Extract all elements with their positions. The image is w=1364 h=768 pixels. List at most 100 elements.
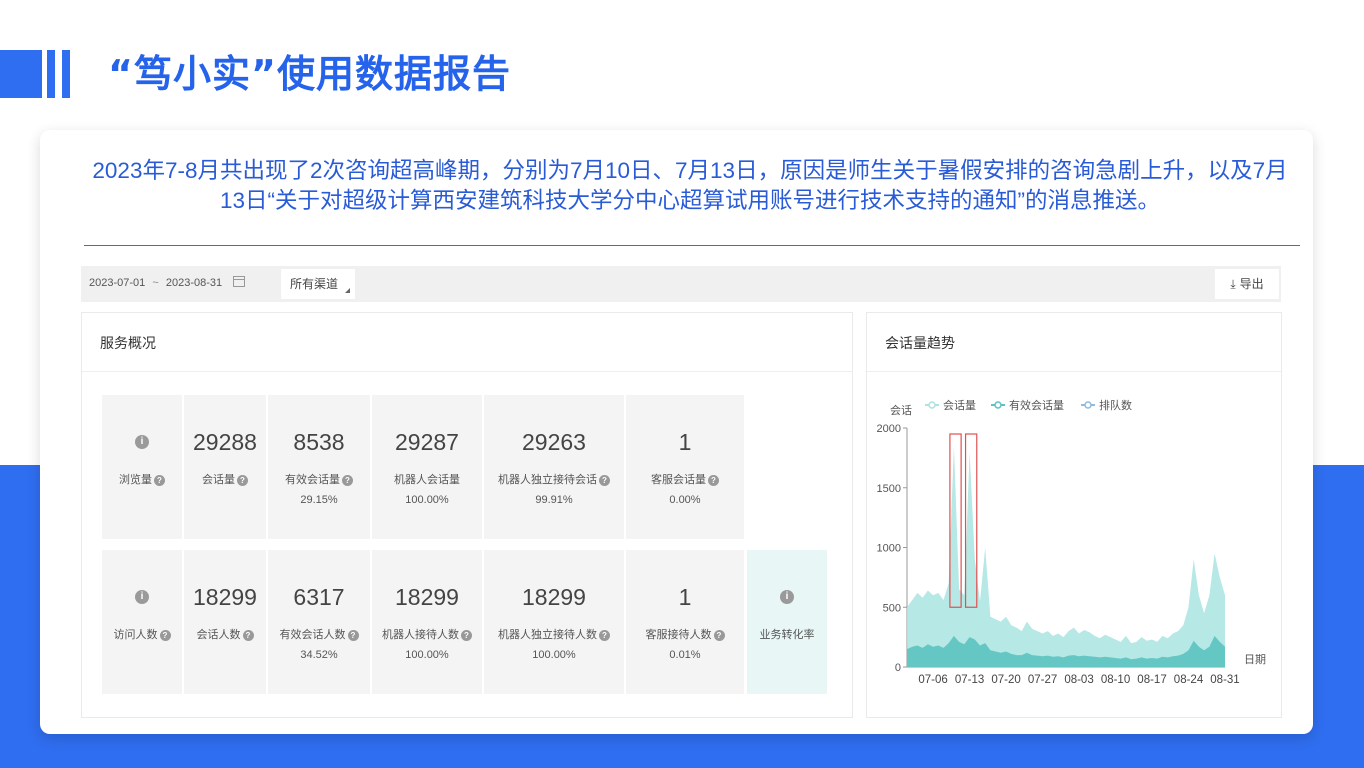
x-tick-label: 08-31 [1210, 674, 1239, 686]
stat-label: 会话人数 [196, 629, 241, 641]
date-end: 2023-08-31 [165, 277, 223, 289]
summary-underline [84, 245, 1300, 246]
legend-marker [1084, 401, 1092, 409]
legend-label: 排队数 [1099, 398, 1132, 412]
stat-session-users: 18299 会话人数? [184, 550, 266, 694]
stat-label: 有效会话人数 [279, 629, 346, 641]
channel-select[interactable]: 所有渠道 [281, 269, 355, 299]
stat-value: 18299 [522, 584, 586, 610]
stat-percent: 29.15% [300, 494, 338, 506]
filter-bar: 2023-07-01 ~ 2023-08-31 所有渠道 ⤓ 导出 [81, 266, 1281, 302]
stat-value: 6317 [293, 584, 345, 610]
panel-divider [82, 371, 852, 372]
stat-robot-independent-sessions: 29263 机器人独立接待会话? 99.91% [484, 395, 624, 539]
stat-percent: 34.52% [300, 649, 338, 661]
stat-page-views: i 浏览量? [102, 395, 182, 539]
y-tick-label: 500 [883, 602, 901, 614]
stat-label: 机器人独立接待会话 [498, 474, 597, 486]
stat-label: 机器人独立接待人数 [498, 629, 597, 641]
info-icon: i [135, 435, 149, 449]
stat-robot-independent-users: 18299 机器人独立接待人数? 100.00% [484, 550, 624, 694]
stat-label: 有效会话量 [285, 474, 340, 486]
stat-label: 访问人数 [113, 629, 158, 641]
y-tick-label: 0 [895, 662, 901, 674]
stat-sessions: 29288 会话量? [184, 395, 266, 539]
stat-percent: 100.00% [405, 494, 449, 506]
trend-title: 会话量趋势 [885, 336, 955, 352]
help-icon[interactable]: ? [713, 630, 725, 641]
stat-value: 29288 [193, 429, 257, 455]
stat-effective-session-users: 6317 有效会话人数? 34.52% [268, 550, 370, 694]
stat-percent: 100.00% [405, 649, 449, 661]
info-icon: i [135, 590, 149, 604]
x-tick-label: 07-20 [991, 674, 1020, 686]
date-range-picker[interactable]: 2023-07-01 ~ 2023-08-31 [89, 276, 246, 289]
summary-text: 2023年7-8月共出现了2次咨询超高峰期，分别为7月10日、7月13日，原因是… [92, 158, 1288, 213]
stat-robot-sessions: 29287 机器人会话量 100.00% [372, 395, 482, 539]
x-tick-label: 08-10 [1101, 674, 1130, 686]
stat-label: 会话量 [202, 474, 235, 486]
stat-label: 机器人会话量 [394, 474, 460, 486]
stat-value: 18299 [395, 584, 459, 610]
y-tick-label: 1500 [877, 483, 901, 495]
overview-panel: 服务概况 i 浏览量? 29288 会话量? 8538 有效会话量? 29.15… [81, 312, 853, 718]
info-icon: i [780, 590, 794, 604]
stat-robot-served-users: 18299 机器人接待人数? 100.00% [372, 550, 482, 694]
help-icon[interactable]: ? [599, 475, 610, 486]
stat-value: 1 [678, 584, 692, 610]
x-tick-label: 08-24 [1174, 674, 1204, 686]
download-icon: ⤓ [1230, 277, 1236, 291]
x-tick-label: 08-03 [1064, 674, 1093, 686]
stat-visitors: i 访问人数? [102, 550, 182, 694]
y-axis-label: 会话 [890, 404, 912, 417]
help-icon[interactable]: ? [242, 630, 254, 641]
legend-label: 会话量 [943, 399, 976, 412]
calendar-icon[interactable] [233, 276, 246, 287]
y-tick-label: 1000 [877, 543, 901, 555]
stat-conversion-rate: i 业务转化率 [747, 550, 827, 694]
dropdown-corner-icon [345, 288, 350, 293]
help-icon[interactable]: ? [342, 475, 353, 486]
session-trend-chart: 0 500 1000 1500 2000 07-06 07-13 07-20 07-27 08-0… [877, 398, 1266, 686]
legend-marker [994, 401, 1002, 409]
stat-agent-sessions: 1 客服会话量? 0.00% [626, 395, 744, 539]
panel-divider [867, 371, 1281, 372]
stat-label: 业务转化率 [759, 629, 815, 641]
stat-percent: 100.00% [532, 649, 576, 661]
export-label: 导出 [1239, 277, 1264, 291]
help-icon[interactable]: ? [347, 630, 359, 641]
stat-label: 浏览量 [119, 474, 152, 486]
stat-label: 客服会话量 [651, 474, 706, 486]
stat-percent: 0.01% [669, 649, 701, 661]
help-icon[interactable]: ? [461, 630, 472, 641]
page-title: “笃小实”使用数据报告 [108, 52, 511, 96]
stat-value: 29263 [522, 429, 586, 455]
help-icon[interactable]: ? [599, 630, 610, 641]
stat-percent: 99.91% [535, 494, 573, 506]
x-tick-label: 07-27 [1028, 674, 1057, 686]
legend-label: 有效会话量 [1009, 398, 1064, 412]
help-icon[interactable]: ? [154, 475, 165, 486]
export-button[interactable]: ⤓ 导出 [1215, 269, 1279, 299]
stat-value: 1 [678, 429, 692, 455]
help-icon[interactable]: ? [708, 475, 719, 486]
stat-percent: 0.00% [669, 494, 701, 506]
date-start: 2023-07-01 [89, 277, 146, 289]
x-tick-label: 08-17 [1137, 674, 1166, 686]
stat-value: 18299 [193, 584, 257, 610]
x-axis-label: 日期 [1244, 653, 1266, 666]
stat-label: 客服接待人数 [645, 629, 712, 641]
channel-value: 所有渠道 [290, 277, 339, 291]
stat-value: 29287 [395, 429, 459, 455]
overview-title: 服务概况 [100, 336, 156, 352]
help-icon[interactable]: ? [159, 630, 171, 641]
stat-agent-served-users: 1 客服接待人数? 0.01% [626, 550, 744, 694]
x-tick-label: 07-06 [918, 674, 947, 686]
stat-effective-sessions: 8538 有效会话量? 29.15% [268, 395, 370, 539]
stat-value: 8538 [293, 429, 345, 455]
x-tick-label: 07-13 [955, 674, 984, 686]
stat-label: 机器人接待人数 [382, 629, 459, 641]
series-area-sessions [907, 445, 1225, 667]
legend-marker [928, 401, 936, 409]
help-icon[interactable]: ? [237, 475, 248, 486]
